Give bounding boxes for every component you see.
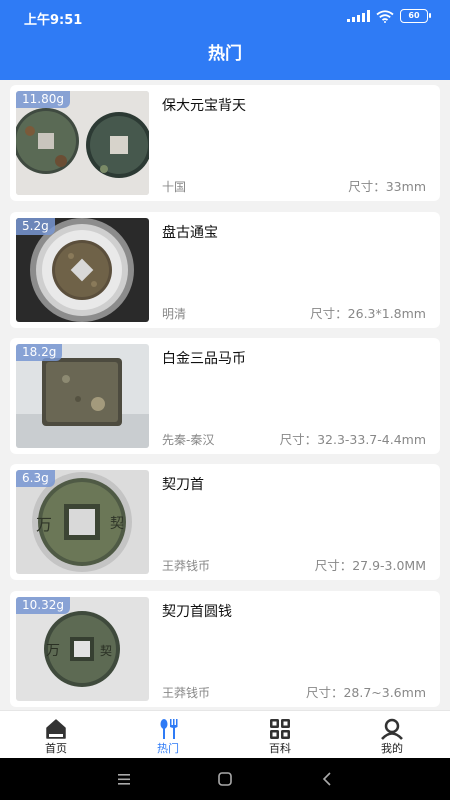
- coin-image: 5.2g: [16, 218, 149, 322]
- coin-era: 十国: [162, 180, 187, 194]
- coin-image: 万 契 10.32g: [16, 597, 149, 701]
- status-icons: 60: [347, 9, 431, 23]
- coin-image: 万 契 6.3g: [16, 470, 149, 574]
- tab-home[interactable]: 首页: [0, 711, 112, 759]
- menu-icon[interactable]: [114, 769, 134, 789]
- list-item[interactable]: 万 契 6.3g 契刀首 王莽钱币 尺寸：27.9-3.0MM: [10, 464, 440, 580]
- list-item[interactable]: 18.2g 白金三品马币 先秦-秦汉 尺寸：32.3-33.7-4.4mm: [10, 338, 440, 454]
- coin-size: 尺寸：26.3*1.8mm: [310, 306, 426, 321]
- coin-era: 先秦-秦汉: [162, 433, 215, 447]
- weight-badge: 11.80g: [16, 91, 70, 108]
- weight-badge: 18.2g: [16, 344, 63, 361]
- tab-hot[interactable]: 热门: [112, 711, 224, 759]
- coin-era: 王莽钱币: [162, 559, 211, 573]
- svg-text:契: 契: [100, 644, 112, 658]
- list-item[interactable]: 11.80g 保大元宝背天 十国 尺寸：33mm: [10, 85, 440, 201]
- svg-text:契: 契: [110, 516, 124, 532]
- coin-name: 契刀首圆钱: [162, 604, 232, 620]
- grid-icon: [270, 719, 290, 739]
- coin-size: 尺寸：27.9-3.0MM: [314, 558, 426, 573]
- back-icon[interactable]: [318, 769, 338, 789]
- bottom-tab-bar: 首页 热门 百科 我的: [0, 710, 450, 758]
- tab-label: 百科: [269, 742, 291, 755]
- coin-name: 保大元宝背天: [162, 98, 246, 114]
- coin-era: 王莽钱币: [162, 686, 211, 700]
- wifi-icon: [376, 9, 394, 23]
- coin-name: 盘古通宝: [162, 225, 218, 241]
- coin-image: 18.2g: [16, 344, 149, 448]
- fork-spoon-icon: [160, 719, 178, 739]
- home-button-icon[interactable]: [215, 769, 235, 789]
- coin-name: 契刀首: [162, 477, 204, 493]
- tab-label: 我的: [381, 742, 403, 755]
- coin-era: 明清: [162, 307, 187, 321]
- tab-mine[interactable]: 我的: [336, 711, 448, 759]
- system-nav-bar: [0, 758, 450, 800]
- weight-badge: 10.32g: [16, 597, 70, 614]
- page-header: 热门: [0, 34, 450, 80]
- coin-size: 尺寸：33mm: [348, 179, 426, 194]
- coin-size: 尺寸：28.7~3.6mm: [305, 685, 426, 700]
- battery-icon: 60: [400, 9, 431, 23]
- list-item[interactable]: 5.2g 盘古通宝 明清 尺寸：26.3*1.8mm: [10, 212, 440, 328]
- coin-size: 尺寸：32.3-33.7-4.4mm: [279, 432, 426, 447]
- list-item[interactable]: 万 契 10.32g 契刀首圆钱 王莽钱币 尺寸：28.7~3.6mm: [10, 591, 440, 707]
- status-time: 上午9:51: [24, 13, 83, 28]
- tab-encyclopedia[interactable]: 百科: [224, 711, 336, 759]
- weight-badge: 5.2g: [16, 218, 55, 235]
- status-bar: 上午9:51 60: [0, 0, 450, 34]
- coin-name: 白金三品马币: [162, 351, 246, 367]
- svg-text:万: 万: [46, 643, 60, 659]
- coin-list: 11.80g 保大元宝背天 十国 尺寸：33mm 5.2g 盘古通宝 明清 尺寸…: [0, 80, 450, 710]
- coin-image: 11.80g: [16, 91, 149, 195]
- weight-badge: 6.3g: [16, 470, 55, 487]
- home-icon: [46, 719, 66, 739]
- signal-icon: [347, 10, 370, 22]
- page-title: 热门: [208, 44, 242, 64]
- tab-label: 首页: [45, 742, 67, 755]
- user-icon: [381, 718, 403, 740]
- tab-label: 热门: [157, 742, 179, 755]
- svg-text:万: 万: [36, 515, 52, 534]
